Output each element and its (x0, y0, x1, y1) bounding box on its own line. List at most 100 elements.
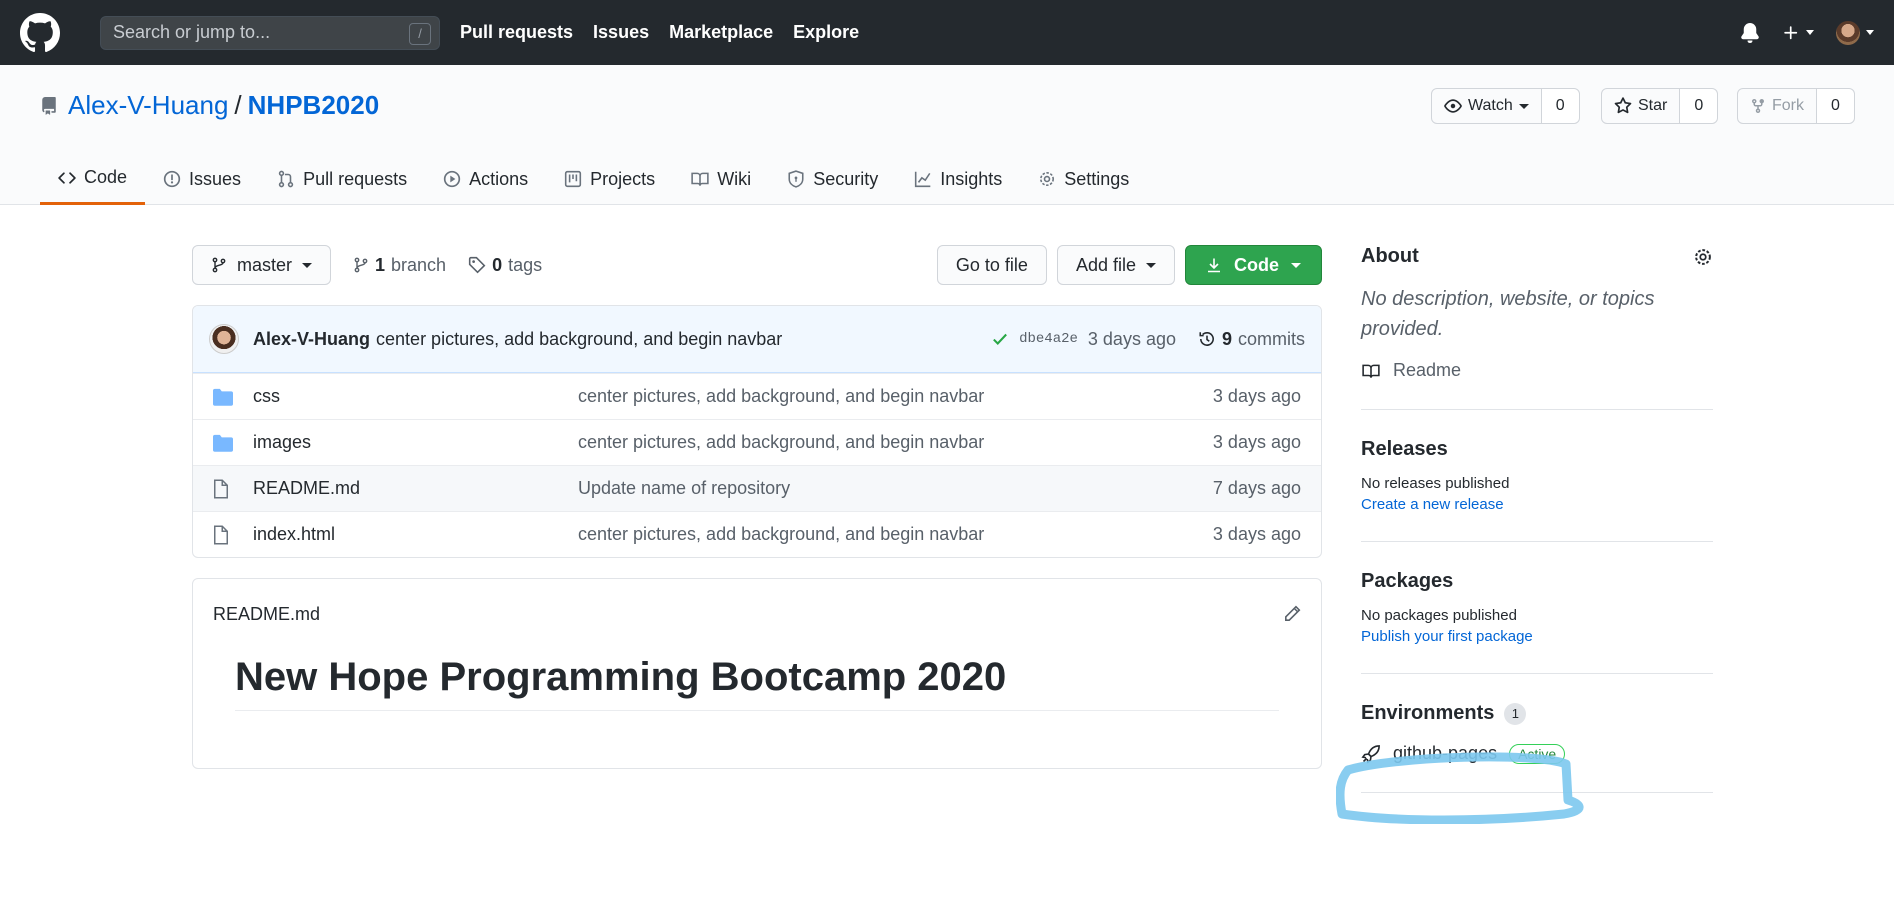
create-new-menu[interactable] (1782, 24, 1814, 42)
commit-author[interactable]: Alex-V-Huang (253, 329, 370, 350)
releases-title[interactable]: Releases (1361, 438, 1713, 461)
repo-name-link[interactable]: NHPB2020 (248, 90, 380, 121)
environments-title-text: Environments (1361, 702, 1495, 724)
chevron-down-icon (1518, 103, 1529, 109)
publish-package-link[interactable]: Publish your first package (1361, 628, 1713, 645)
repo-owner-link[interactable]: Alex-V-Huang (68, 90, 228, 121)
add-file-button[interactable]: Add file (1056, 245, 1175, 285)
readme-link[interactable]: Readme (1361, 360, 1713, 381)
branch-icon (354, 257, 368, 273)
chevron-down-icon (1866, 30, 1874, 35)
toolbar-actions: Go to file Add file Code (936, 245, 1322, 285)
star-control: Star 0 (1601, 88, 1719, 124)
branch-select-button[interactable]: master (192, 245, 332, 285)
graph-icon (915, 171, 931, 188)
check-icon[interactable] (991, 330, 1009, 348)
tab-projects[interactable]: Projects (546, 153, 673, 205)
environment-item[interactable]: github-pages Active (1361, 743, 1713, 764)
branch-count-label: branch (391, 254, 447, 275)
packages-empty-text: No packages published (1361, 607, 1517, 624)
commit-message[interactable]: center pictures, add background, and beg… (376, 329, 782, 350)
tab-wiki[interactable]: Wiki (673, 153, 769, 205)
create-release-link[interactable]: Create a new release (1361, 496, 1713, 513)
bell-icon[interactable] (1740, 22, 1760, 43)
go-to-file-button[interactable]: Go to file (936, 245, 1047, 285)
chevron-down-icon (1806, 30, 1814, 35)
packages-title[interactable]: Packages (1361, 570, 1713, 593)
tab-security[interactable]: Security (769, 153, 896, 205)
environments-section: Environments 1 github-pages Active (1361, 702, 1713, 793)
issue-icon (163, 170, 181, 188)
tab-label: Actions (469, 168, 529, 189)
about-title-text: About (1361, 245, 1419, 267)
file-name[interactable]: index.html (253, 524, 578, 545)
list-item[interactable]: images center pictures, add background, … (193, 419, 1321, 465)
readme-heading: New Hope Programming Bootcamp 2020 (235, 649, 1279, 711)
code-download-button[interactable]: Code (1185, 245, 1322, 285)
star-button[interactable]: Star (1602, 89, 1681, 123)
tab-insights[interactable]: Insights (896, 153, 1020, 205)
environment-name[interactable]: github-pages (1393, 743, 1497, 764)
fork-button[interactable]: Fork (1738, 89, 1817, 123)
tag-count-label: tags (508, 254, 543, 275)
star-count[interactable]: 0 (1680, 89, 1718, 123)
branches-link[interactable]: 1 branch (353, 255, 446, 276)
avatar[interactable] (209, 324, 239, 354)
tab-label: Wiki (717, 168, 752, 189)
nav-issues[interactable]: Issues (593, 22, 649, 43)
star-label: Star (1638, 97, 1668, 114)
gear-icon[interactable] (1693, 247, 1713, 267)
tab-pull-requests[interactable]: Pull requests (259, 153, 425, 205)
github-logo-icon[interactable] (20, 12, 60, 53)
nav-pull-requests[interactable]: Pull requests (460, 22, 573, 43)
file-name[interactable]: css (253, 386, 578, 407)
file-icon (213, 479, 253, 499)
tab-actions[interactable]: Actions (425, 153, 546, 205)
list-item[interactable]: README.md Update name of repository 7 da… (193, 465, 1321, 511)
search-input[interactable]: Search or jump to... / (100, 15, 440, 50)
nav-explore[interactable]: Explore (793, 22, 859, 43)
list-item[interactable]: css center pictures, add background, and… (193, 373, 1321, 419)
tab-settings[interactable]: Settings (1020, 153, 1147, 205)
code-icon (58, 171, 76, 184)
watch-count[interactable]: 0 (1541, 89, 1579, 123)
pencil-icon[interactable] (1283, 605, 1301, 623)
tab-issues[interactable]: Issues (145, 153, 259, 205)
fork-label: Fork (1772, 97, 1804, 114)
file-name[interactable]: README.md (253, 478, 578, 499)
chevron-down-icon (1146, 262, 1156, 268)
tag-count: 0 (492, 254, 503, 275)
about-section: About No description, website, or topics… (1361, 245, 1713, 410)
fork-count[interactable]: 0 (1817, 89, 1854, 123)
file-commit-message[interactable]: center pictures, add background, and beg… (578, 386, 1213, 407)
file-toolbar: master 1 branch 0 tags Go to file Add fi… (192, 245, 1322, 285)
about-title: About (1361, 245, 1713, 268)
branch-icon (212, 257, 226, 273)
commit-sha[interactable]: dbe4a2e (1019, 331, 1078, 347)
repo-title: Alex-V-Huang / NHPB2020 (40, 90, 379, 121)
file-commit-message[interactable]: center pictures, add background, and beg… (578, 432, 1213, 453)
file-list: Alex-V-Huang center pictures, add backgr… (192, 305, 1322, 558)
commits-history-link[interactable]: 9 commits (1198, 329, 1305, 350)
file-commit-message[interactable]: Update name of repository (578, 478, 1213, 499)
watch-button[interactable]: Watch (1432, 89, 1542, 123)
tab-code[interactable]: Code (40, 153, 146, 205)
file-commit-message[interactable]: center pictures, add background, and beg… (578, 524, 1213, 545)
pull-request-icon (278, 170, 294, 188)
star-icon (1614, 97, 1632, 114)
user-menu[interactable] (1836, 20, 1874, 45)
search-placeholder: Search or jump to... (113, 22, 271, 42)
list-item[interactable]: index.html center pictures, add backgrou… (193, 511, 1321, 557)
chevron-down-icon (302, 262, 313, 268)
header-actions (1740, 20, 1874, 45)
file-name[interactable]: images (253, 432, 578, 453)
nav-marketplace[interactable]: Marketplace (669, 22, 773, 43)
tags-link[interactable]: 0 tags (468, 255, 542, 276)
tab-label: Pull requests (303, 168, 408, 189)
file-age: 7 days ago (1212, 478, 1301, 498)
environments-title[interactable]: Environments 1 (1361, 702, 1713, 725)
readme-panel: README.md New Hope Programming Bootcamp … (192, 578, 1322, 769)
book-icon (691, 172, 709, 186)
book-icon (1362, 364, 1380, 378)
packages-section: Packages No packages published Publish y… (1361, 570, 1713, 674)
